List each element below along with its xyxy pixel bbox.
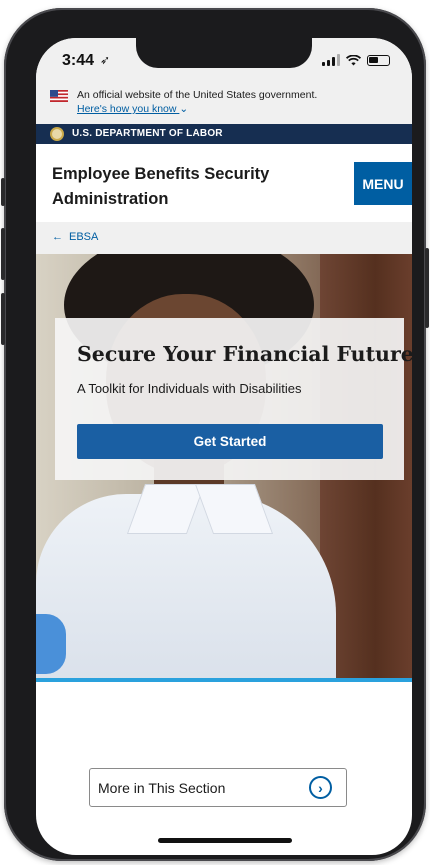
- power-button: [425, 248, 429, 328]
- dol-label[interactable]: U.S. DEPARTMENT OF LABOR: [72, 128, 223, 139]
- us-flag-icon: [50, 90, 68, 102]
- hero-card: Secure Your Financial Future A Toolkit f…: [55, 318, 412, 480]
- hero-subtitle: A Toolkit for Individuals with Disabilit…: [77, 381, 302, 396]
- back-arrow-icon: ←: [52, 231, 63, 243]
- hero-title: Secure Your Financial Future: [77, 342, 412, 366]
- menu-button[interactable]: MENU: [354, 162, 412, 205]
- volume-up-button: [1, 228, 5, 280]
- gov-banner-text: An official website of the United States…: [77, 89, 318, 101]
- dol-bar: U.S. DEPARTMENT OF LABOR: [36, 124, 412, 144]
- breadcrumb-ebsa-link[interactable]: EBSA: [69, 231, 98, 243]
- signal-icon: [322, 54, 340, 66]
- more-in-section-label: More in This Section: [98, 780, 226, 796]
- get-started-button[interactable]: Get Started: [77, 424, 383, 459]
- wifi-icon: [346, 54, 361, 65]
- battery-icon: [367, 54, 390, 66]
- location-arrow-icon: ➶: [100, 53, 111, 67]
- breadcrumb: ← EBSA: [36, 222, 412, 254]
- how-you-know-link[interactable]: Here's how you know ⌄: [77, 103, 188, 115]
- chevron-down-icon: ⌄: [179, 103, 189, 115]
- home-indicator: [158, 838, 292, 843]
- more-in-section-button[interactable]: More in This Section ›: [89, 768, 347, 807]
- how-you-know-label: Here's how you know: [77, 103, 177, 115]
- site-title[interactable]: Employee Benefits Security Administratio…: [52, 162, 312, 212]
- status-icons: [322, 54, 390, 66]
- accent-divider: [36, 678, 412, 682]
- status-time: 3:44: [62, 52, 95, 69]
- phone-frame: 3:44 ➶ An official website of the United…: [1, 8, 429, 861]
- mute-switch: [1, 178, 5, 206]
- screen: 3:44 ➶ An official website of the United…: [36, 38, 412, 855]
- chevron-right-circle-icon: ›: [309, 776, 332, 799]
- dol-seal-icon: [50, 127, 64, 141]
- hero: Secure Your Financial Future A Toolkit f…: [36, 254, 412, 678]
- gov-banner: An official website of the United States…: [36, 84, 412, 124]
- hero-glove: [36, 614, 66, 674]
- volume-down-button: [1, 293, 5, 345]
- notch: [136, 38, 312, 68]
